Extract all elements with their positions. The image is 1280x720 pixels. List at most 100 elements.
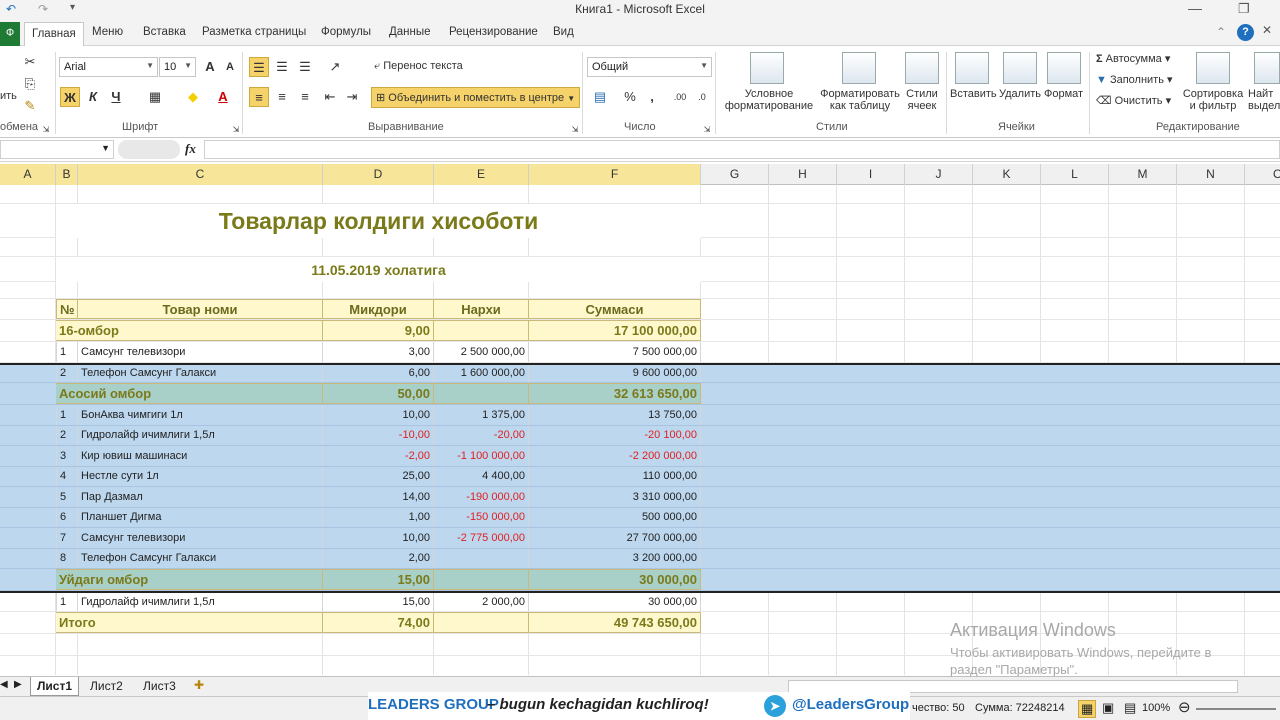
- cell-name[interactable]: Нестле сути 1л: [78, 466, 323, 486]
- column-header-m[interactable]: M: [1109, 164, 1177, 185]
- cell-name[interactable]: Пар Дазмал: [78, 487, 323, 507]
- table-row[interactable]: 2 Гидролайф ичимлиги 1,5л -10,00 -20,00 -20 …: [0, 425, 1280, 446]
- decrease-indent-icon[interactable]: ⇤: [320, 87, 340, 107]
- borders-icon[interactable]: ▦: [145, 87, 165, 107]
- delete-cells-button[interactable]: Удалить: [999, 88, 1041, 100]
- column-header-d[interactable]: D: [323, 164, 434, 185]
- name-box[interactable]: ▼: [0, 140, 114, 159]
- cell-num[interactable]: 2: [56, 425, 78, 445]
- grow-font-icon[interactable]: A: [200, 57, 220, 77]
- column-header-g[interactable]: G: [701, 164, 769, 185]
- cell-qty[interactable]: 14,00: [323, 487, 434, 507]
- cell-qty[interactable]: 15,00: [323, 593, 434, 611]
- cell-price[interactable]: 1 375,00: [434, 405, 529, 425]
- cell-sum[interactable]: -20 100,00: [529, 425, 701, 445]
- worksheet-grid[interactable]: Товарлар колдиги хисоботи 11.05.2019 хол…: [0, 185, 1280, 675]
- format-cells-icon[interactable]: [1047, 52, 1081, 84]
- file-tab[interactable]: Ф: [0, 22, 20, 46]
- cell-name[interactable]: Кир ювиш машинаси: [78, 446, 323, 466]
- header-price[interactable]: Нархи: [434, 299, 529, 319]
- column-header-e[interactable]: E: [434, 164, 529, 185]
- cell-num[interactable]: 1: [56, 593, 78, 611]
- cell-sum[interactable]: 3 310 000,00: [529, 487, 701, 507]
- font-size-combo[interactable]: 10 ▼: [159, 57, 196, 77]
- insert-cells-icon[interactable]: [955, 52, 989, 84]
- cell-qty[interactable]: 1,00: [323, 507, 434, 527]
- align-left-icon[interactable]: ≡: [249, 87, 269, 107]
- zoom-slider[interactable]: [1196, 708, 1276, 710]
- report-title[interactable]: Товарлар колдиги хисоботи: [56, 204, 701, 238]
- tab-view[interactable]: Вид: [553, 26, 574, 38]
- shrink-font-icon[interactable]: A: [220, 57, 240, 77]
- paste-button-label[interactable]: ить: [0, 90, 17, 102]
- scroll-next-sheet-icon[interactable]: ▶: [14, 679, 22, 690]
- help-icon[interactable]: ?: [1237, 24, 1254, 41]
- currency-format-icon[interactable]: ▤: [590, 87, 610, 107]
- conditional-formatting-button[interactable]: Условное форматирование: [720, 88, 818, 112]
- conditional-formatting-icon[interactable]: [750, 52, 784, 84]
- table-row[interactable]: 5 Пар Дазмал 14,00 -190 000,00 3 310 000,00: [0, 487, 1280, 508]
- table-row[interactable]: 1 Гидролайф ичимлиги 1,5л 15,00 2 000,00 30 …: [0, 591, 1280, 612]
- page-layout-view-icon[interactable]: ▣: [1102, 700, 1114, 716]
- number-launcher-icon[interactable]: ⇲: [697, 120, 717, 140]
- minimize-icon[interactable]: —: [1188, 0, 1202, 16]
- tab-insert[interactable]: Вставка: [143, 26, 186, 38]
- cut-icon[interactable]: ✂: [20, 52, 40, 72]
- cell-num[interactable]: 3: [56, 446, 78, 466]
- cell-name[interactable]: Самсунг телевизори: [78, 342, 323, 362]
- sort-filter-icon[interactable]: [1196, 52, 1230, 84]
- close-workbook-icon[interactable]: ✕: [1262, 23, 1272, 37]
- format-cells-button[interactable]: Формат: [1044, 88, 1083, 100]
- insert-cells-button[interactable]: Вставить: [950, 88, 997, 100]
- cell-name[interactable]: Планшет Дигма: [78, 507, 323, 527]
- align-top-icon[interactable]: ☰: [249, 57, 269, 77]
- cell-price[interactable]: -150 000,00: [434, 507, 529, 527]
- font-name-combo[interactable]: Arial ▼: [59, 57, 158, 77]
- percent-button[interactable]: %: [620, 87, 640, 107]
- cell-sum[interactable]: 500 000,00: [529, 507, 701, 527]
- cell-qty[interactable]: 15,00: [323, 569, 434, 590]
- normal-view-icon[interactable]: ▦: [1078, 700, 1097, 718]
- bold-button[interactable]: Ж: [60, 87, 80, 107]
- cell-sum[interactable]: 49 743 650,00: [529, 611, 701, 633]
- cell-price[interactable]: 2 500 000,00: [434, 342, 529, 362]
- cell-price[interactable]: -190 000,00: [434, 487, 529, 507]
- font-color-icon[interactable]: A: [213, 87, 233, 107]
- delete-cells-icon[interactable]: [1003, 52, 1037, 84]
- autosum-button[interactable]: Σ Автосумма ▾: [1096, 52, 1170, 65]
- cell-sum[interactable]: 30 000,00: [529, 593, 701, 611]
- cell-qty[interactable]: 74,00: [323, 611, 434, 633]
- column-header-c[interactable]: C: [78, 164, 323, 185]
- cell-price[interactable]: 4 400,00: [434, 466, 529, 486]
- cell-price[interactable]: -1 100 000,00: [434, 446, 529, 466]
- column-header-a[interactable]: A: [0, 164, 56, 185]
- formula-input[interactable]: [204, 140, 1280, 159]
- column-header-n[interactable]: N: [1177, 164, 1245, 185]
- format-painter-icon[interactable]: ✎: [20, 96, 40, 116]
- insert-function-button[interactable]: fx: [185, 141, 196, 157]
- align-middle-icon[interactable]: ☰: [272, 57, 292, 77]
- table-row[interactable]: 3 Кир ювиш машинаси -2,00 -1 100 000,00 -2 2…: [0, 446, 1280, 467]
- header-number[interactable]: №: [56, 299, 78, 319]
- table-row[interactable]: 6 Планшет Дигма 1,00 -150 000,00 500 000,00: [0, 507, 1280, 528]
- cell-qty[interactable]: 9,00: [323, 320, 434, 341]
- cell-name[interactable]: Гидролайф ичимлиги 1,5л: [78, 593, 323, 611]
- format-as-table-icon[interactable]: [842, 52, 876, 84]
- italic-button[interactable]: К: [83, 87, 103, 107]
- cell-price[interactable]: 2 000,00: [434, 593, 529, 611]
- cell-styles-button[interactable]: Стили ячеек: [902, 88, 942, 112]
- column-header-o[interactable]: O: [1245, 164, 1280, 185]
- cell-name[interactable]: Итого: [56, 611, 323, 633]
- cell-qty[interactable]: 10,00: [323, 528, 434, 548]
- cell-price[interactable]: [434, 320, 529, 341]
- group-row[interactable]: 16-омбор 9,00 17 100 000,00: [0, 320, 1280, 342]
- cell-sum[interactable]: 32 613 650,00: [529, 383, 701, 404]
- zoom-out-icon[interactable]: ⊖: [1178, 698, 1191, 716]
- cell-num[interactable]: 4: [56, 466, 78, 486]
- cell-qty[interactable]: 6,00: [323, 364, 434, 382]
- tab-data[interactable]: Данные: [389, 26, 431, 38]
- copy-icon[interactable]: ⎘: [20, 74, 40, 94]
- cell-price[interactable]: -20,00: [434, 425, 529, 445]
- scroll-prev-sheet-icon[interactable]: ◀: [0, 679, 8, 690]
- cell-num[interactable]: 1: [56, 342, 78, 362]
